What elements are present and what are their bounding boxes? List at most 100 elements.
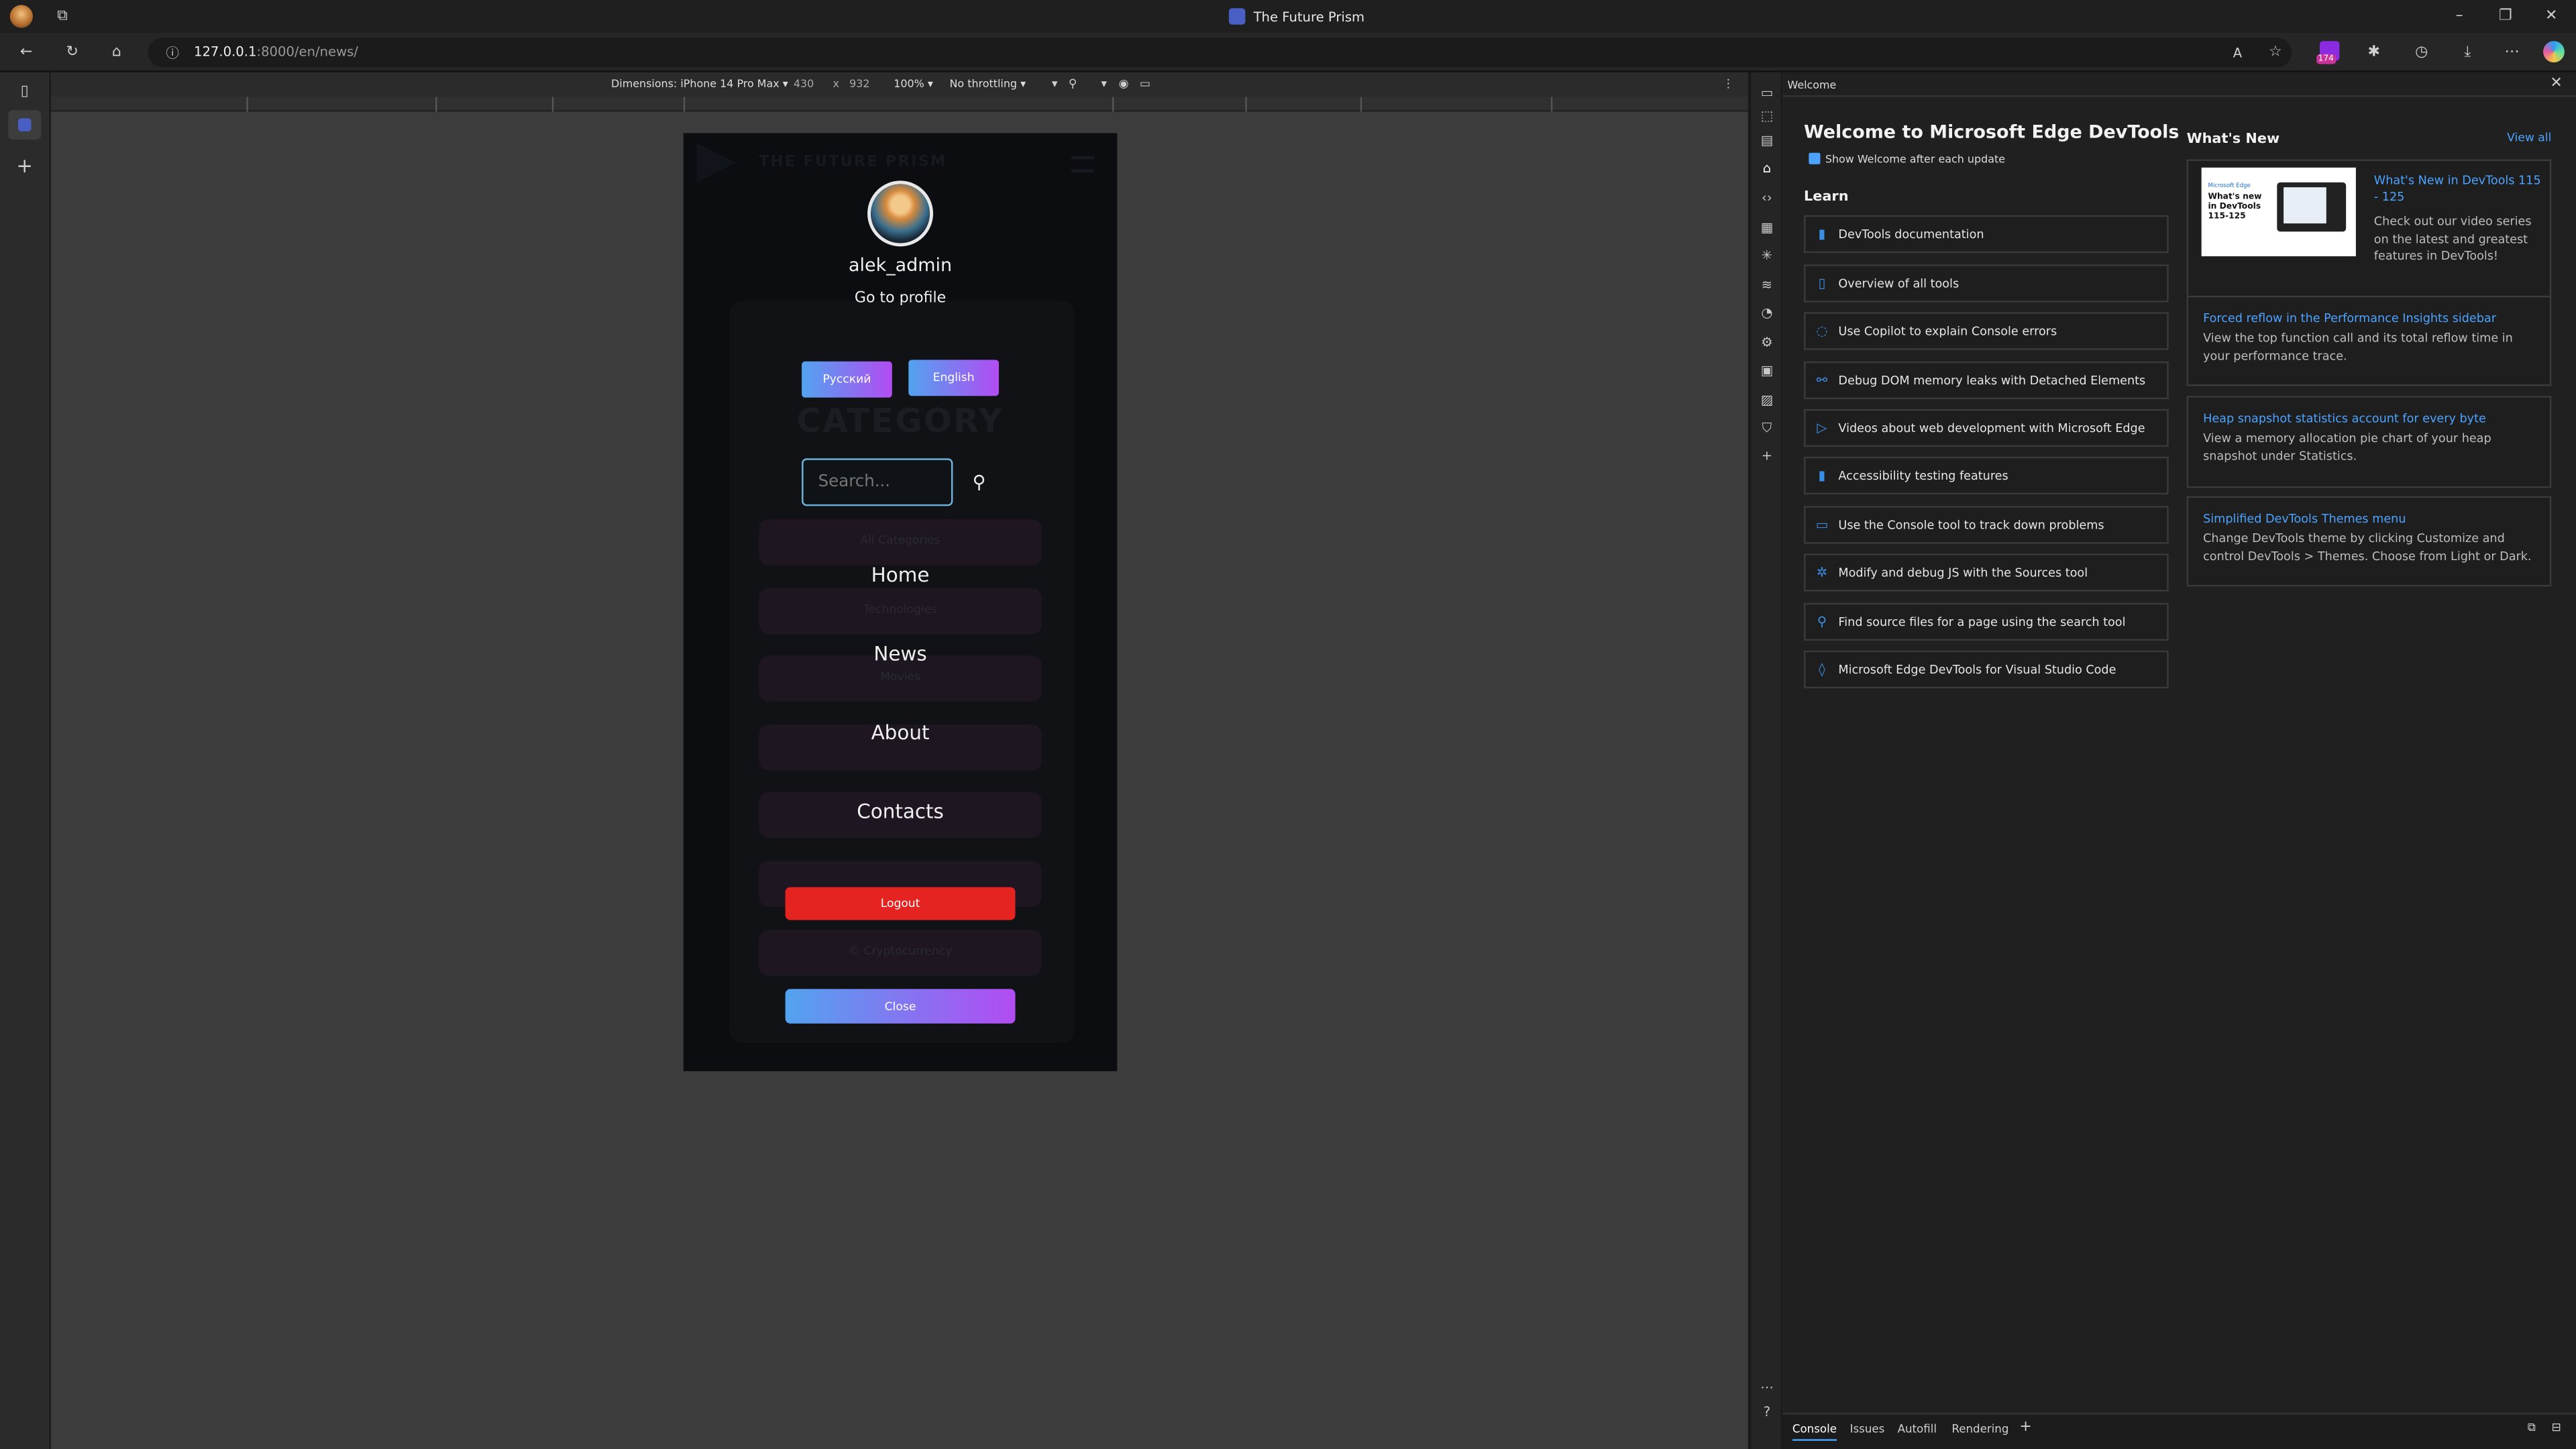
minimize-icon[interactable]: – xyxy=(2448,5,2471,28)
more-menu-icon[interactable]: ⋯ xyxy=(2500,41,2523,64)
downloads-icon[interactable]: ⤓ xyxy=(2456,41,2479,64)
console-icon[interactable]: ▦ xyxy=(1758,219,1776,237)
close-window-icon[interactable]: ✕ xyxy=(2540,5,2563,28)
profile-avatar-icon[interactable] xyxy=(9,5,33,28)
new-tab-icon[interactable]: + xyxy=(13,154,36,177)
learn-item-label: Use the Console tool to track down probl… xyxy=(1838,517,2104,533)
show-welcome-checkbox[interactable] xyxy=(1809,152,1821,164)
learn-item[interactable]: ▯ Overview of all tools xyxy=(1804,264,2169,303)
learn-item[interactable]: ▮ DevTools documentation xyxy=(1804,215,2169,254)
device-more-icon[interactable]: ⋮ xyxy=(1720,76,1736,92)
logout-button[interactable]: Logout xyxy=(785,887,1016,920)
performance-gauge-icon[interactable]: ◔ xyxy=(1758,304,1776,322)
dimensions-label: Dimensions: iPhone 14 Pro Max xyxy=(611,77,780,91)
site-info-icon[interactable]: ⓘ xyxy=(161,41,184,64)
view-all-link[interactable]: View all xyxy=(2507,131,2551,145)
learn-item[interactable]: ✲ Modify and debug JS with the Sources to… xyxy=(1804,553,2169,592)
tab-console[interactable]: Console xyxy=(1792,1423,1837,1441)
active-tab[interactable] xyxy=(8,110,42,140)
learn-item-label: Use Copilot to explain Console errors xyxy=(1838,323,2057,339)
tab-actions-icon[interactable]: ▯ xyxy=(13,80,36,103)
copilot-icon[interactable] xyxy=(2543,41,2565,63)
welcome-home-icon[interactable]: ⌂ xyxy=(1758,160,1776,178)
security-icon[interactable]: ▨ xyxy=(1758,391,1776,409)
tab-favicon-icon xyxy=(17,118,32,131)
screenshot-icon[interactable]: ▭ xyxy=(1137,76,1153,92)
close-drawer-icon[interactable]: ⊟ xyxy=(2548,1419,2564,1436)
language-russian-button[interactable]: Русский xyxy=(802,361,892,398)
learn-item[interactable]: ◌ Use Copilot to explain Console errors xyxy=(1804,312,2169,350)
undock-drawer-icon[interactable]: ⧉ xyxy=(2524,1419,2540,1436)
workspaces-icon[interactable]: ⧉ xyxy=(51,5,74,28)
favorite-star-icon[interactable]: ☆ xyxy=(2264,41,2287,64)
back-icon[interactable]: ← xyxy=(15,41,38,64)
tab-issues[interactable]: Issues xyxy=(1850,1423,1885,1436)
navigation-bar: ← ↻ ⌂ ⓘ 127.0.0.1:8000/en/news/ A ☆ 174 … xyxy=(0,32,2576,72)
nav-news-link[interactable]: News xyxy=(684,643,1118,665)
devtools-activity-bar: ▭ ⬚ ▤ ⌂ ‹› ▦ ✳ ≋ ◔ ⚙ ▣ ▨ ⛉ + ⋯ ? xyxy=(1751,72,1783,1449)
vision-icon[interactable]: ◉ xyxy=(1116,76,1132,92)
settings-gear-icon[interactable]: ⚙ xyxy=(1758,333,1776,352)
nav-contacts-link[interactable]: Contacts xyxy=(684,800,1118,823)
whats-new-card[interactable]: Simplified DevTools Themes menu Change De… xyxy=(2186,496,2552,587)
learn-item[interactable]: ⚯ Debug DOM memory leaks with Detached El… xyxy=(1804,361,2169,400)
learn-item-label: DevTools documentation xyxy=(1838,226,1984,242)
search-input[interactable] xyxy=(802,458,953,506)
whats-new-title[interactable]: Heap snapshot statistics account for eve… xyxy=(2203,411,2535,427)
close-menu-button[interactable]: Close xyxy=(785,989,1016,1024)
whats-new-title[interactable]: What's New in DevTools 115 - 125 xyxy=(2374,172,2542,205)
whats-new-title[interactable]: Simplified DevTools Themes menu xyxy=(2203,511,2535,527)
language-english-button[interactable]: English xyxy=(908,360,999,396)
learn-item[interactable]: ▮ Accessibility testing features xyxy=(1804,456,2169,495)
device-emulation-icon[interactable]: ▭ xyxy=(1758,84,1776,102)
inspect-icon[interactable]: ⬚ xyxy=(1758,107,1776,125)
background-category-label: Technologies xyxy=(863,602,938,616)
window-title: The Future Prism xyxy=(1253,9,1365,24)
refresh-icon[interactable]: ↻ xyxy=(61,41,84,64)
debugger-bug-icon[interactable]: ✳ xyxy=(1758,246,1776,264)
tab-autofill[interactable]: Autofill xyxy=(1898,1423,1937,1436)
elements-panel-icon[interactable]: ▤ xyxy=(1758,131,1776,150)
lighthouse-icon[interactable]: ⛉ xyxy=(1758,419,1776,437)
add-drawer-tab-icon[interactable]: + xyxy=(2017,1419,2033,1436)
application-icon[interactable]: ▣ xyxy=(1758,362,1776,380)
whats-new-card[interactable]: Forced reflow in the Performance Insight… xyxy=(2186,295,2552,386)
learn-item[interactable]: ▭ Use the Console tool to track down prob… xyxy=(1804,506,2169,544)
device-width-input[interactable]: 430 xyxy=(794,77,814,91)
add-tool-icon[interactable]: + xyxy=(1758,447,1776,465)
close-devtools-icon[interactable]: ✕ xyxy=(2548,76,2564,92)
network-wifi-icon[interactable]: ≋ xyxy=(1758,276,1776,294)
learn-item[interactable]: ⚲ Find source files for a page using the … xyxy=(1804,602,2169,641)
device-dimensions-select[interactable]: Dimensions: iPhone 14 Pro Max ▾ xyxy=(611,77,788,91)
device-option-icon[interactable]: ▾ xyxy=(1095,76,1112,92)
device-height-input[interactable]: 932 xyxy=(849,77,869,91)
welcome-tab-label[interactable]: Welcome xyxy=(1788,79,1837,93)
video-thumbnail[interactable]: Microsoft Edge What's new in DevTools 11… xyxy=(2201,167,2356,257)
address-field[interactable]: ⓘ 127.0.0.1:8000/en/news/ A ☆ xyxy=(148,38,2292,68)
user-avatar[interactable] xyxy=(867,180,934,247)
whats-new-title[interactable]: Forced reflow in the Performance Insight… xyxy=(2203,311,2535,327)
sources-code-icon[interactable]: ‹› xyxy=(1758,189,1776,207)
go-to-profile-link[interactable]: Go to profile xyxy=(684,290,1118,307)
learn-item-label: Videos about web development with Micros… xyxy=(1838,420,2145,435)
extensions-puzzle-icon[interactable]: ✱ xyxy=(2363,41,2385,64)
read-aloud-icon[interactable]: A xyxy=(2226,41,2249,64)
search-icon[interactable]: ⚲ xyxy=(966,468,992,494)
book-icon: ▮ xyxy=(1818,226,1826,242)
learn-item[interactable]: ▷ Videos about web development with Micro… xyxy=(1804,409,2169,447)
learn-item[interactable]: ◊ Microsoft Edge DevTools for Visual Stud… xyxy=(1804,650,2169,689)
nav-about-link[interactable]: About xyxy=(684,721,1118,744)
restore-icon[interactable]: ❐ xyxy=(2494,5,2517,28)
rotate-icon[interactable]: ▾ xyxy=(1046,76,1063,92)
nav-home-link[interactable]: Home xyxy=(684,564,1118,586)
zoom-select[interactable]: 100% ▾ xyxy=(894,77,933,91)
help-icon[interactable]: ? xyxy=(1758,1403,1776,1421)
more-tools-icon[interactable]: ⋯ xyxy=(1758,1379,1776,1397)
whats-new-description: Change DevTools theme by clicking Custom… xyxy=(2203,531,2532,563)
whats-new-card[interactable]: Heap snapshot statistics account for eve… xyxy=(2186,396,2552,488)
history-icon[interactable]: ◷ xyxy=(2410,41,2433,64)
home-icon[interactable]: ⌂ xyxy=(105,41,128,64)
tab-rendering[interactable]: Rendering xyxy=(1951,1423,2008,1436)
throttling-select[interactable]: No throttling ▾ xyxy=(950,77,1026,91)
sensor-icon[interactable]: ⚲ xyxy=(1065,76,1081,92)
